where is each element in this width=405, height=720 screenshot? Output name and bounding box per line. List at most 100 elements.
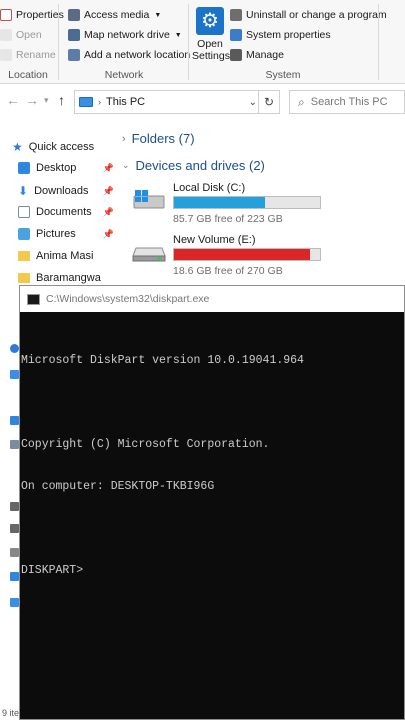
folder-icon [18,251,30,261]
add-network-location-button[interactable]: Add a network location [68,49,190,61]
sidebar-item-pictures[interactable]: Pictures 📌 [18,228,114,240]
documents-icon [18,206,30,218]
media-icon [68,9,80,21]
console-app-icon [27,293,40,305]
sidebar-item-desktop[interactable]: Desktop 📌 [18,162,114,174]
folder-icon [18,273,30,283]
open-settings-button[interactable]: ⚙ Open Settings [192,7,230,62]
ribbon-divider [58,4,59,80]
sidebar-item-anima-masi[interactable]: Anima Masi [18,250,114,262]
drive-free-space: 18.6 GB free of 270 GB [173,265,283,277]
search-placeholder: Search This PC [310,96,388,108]
drive-free-space: 85.7 GB free of 223 GB [173,213,283,225]
network-group-label: Network [104,69,144,81]
refresh-icon[interactable]: ↻ [258,90,280,114]
access-media-button[interactable]: Access media ▼ [68,9,161,21]
uninstall-program-button[interactable]: Uninstall or change a program [230,9,387,21]
pin-icon[interactable]: 📌 [103,163,114,174]
location-group-label: Location [8,69,48,81]
chevron-down-icon: ⌄ [122,160,130,170]
windows-drive-icon [133,190,165,209]
drive-name: Local Disk (C:) [173,182,246,194]
chevron-right-icon: › [122,132,126,145]
download-arrow-icon: ⬇ [18,184,29,198]
desktop-icon [18,162,30,174]
this-pc-icon [79,97,93,107]
rename-button[interactable]: Rename [0,49,56,61]
system-group-label: System [265,69,301,81]
pictures-icon [18,228,30,240]
breadcrumb-chevron-icon[interactable]: › [98,97,101,107]
chevron-down-icon: ▼ [154,11,162,19]
network-nav-icon[interactable] [10,598,19,607]
drive-usage-bar [173,196,321,209]
status-item-count: 9 ite [2,708,20,718]
star-icon: ★ [12,140,23,154]
drive-nav-icon[interactable] [10,524,19,533]
properties-button[interactable]: Properties [0,9,64,21]
console-line: ​ [21,396,404,410]
address-dropdown-chevron-icon[interactable]: ⌄ [249,97,257,108]
drive-name: New Volume (E:) [173,234,256,246]
this-pc-nav-icon[interactable] [10,370,19,379]
sidebar-item-documents[interactable]: Documents 📌 [18,206,114,218]
drive-nav-icon[interactable] [10,548,19,557]
folders-section-header[interactable]: › Folders (7) [122,131,195,146]
back-arrow-icon[interactable]: ← [6,92,20,108]
network-drive-icon [68,29,80,41]
system-properties-icon [230,29,242,41]
console-output[interactable]: Microsoft DiskPart version 10.0.19041.96… [20,312,404,606]
documents-nav-icon[interactable] [10,440,19,449]
network-location-icon [68,49,80,61]
desktop-nav-icon[interactable] [10,416,19,425]
drive-usage-fill [174,197,265,208]
console-line: On computer: DESKTOP-TKBI96G [21,480,215,493]
console-line: Microsoft DiskPart version 10.0.19041.96… [21,354,304,367]
system-group: ⚙ Open Settings Uninstall or change a pr… [190,0,387,84]
breadcrumb-this-pc[interactable]: This PC [106,96,145,108]
drive-tile[interactable]: New Volume (E:) 18.6 GB free of 270 GB [132,234,332,278]
console-title: C:\Windows\system32\diskpart.exe [46,293,210,305]
manage-button[interactable]: Manage [230,49,284,61]
devices-section-header[interactable]: ⌄ Devices and drives (2) [122,158,265,173]
properties-icon [0,9,12,21]
drive-nav-icon[interactable] [10,502,19,511]
search-icon: ⌕ [298,94,305,109]
console-prompt: DISKPART> [21,564,84,577]
pin-icon[interactable]: 📌 [103,207,114,218]
open-icon [0,29,12,41]
onedrive-icon[interactable] [10,344,19,353]
open-button[interactable]: Open [0,29,42,41]
pin-icon[interactable]: 📌 [103,229,114,240]
chevron-down-icon: ▼ [174,31,182,39]
settings-gear-icon: ⚙ [196,7,224,35]
manage-icon [230,49,242,61]
ribbon-divider [378,4,379,80]
drive-tile[interactable]: Local Disk (C:) 85.7 GB free of 223 GB [132,182,332,226]
system-properties-button[interactable]: System properties [230,29,331,41]
up-arrow-icon[interactable]: ↑ [58,92,65,108]
console-line: Copyright (C) Microsoft Corporation. [21,438,270,451]
map-network-drive-button[interactable]: Map network drive ▼ [68,29,182,41]
sidebar-item-downloads[interactable]: ⬇ Downloads 📌 [18,184,114,198]
diskpart-console-window[interactable]: C:\Windows\system32\diskpart.exe Microso… [19,285,405,720]
console-title-bar[interactable]: C:\Windows\system32\diskpart.exe [20,286,404,312]
search-box[interactable]: ⌕ Search This PC [289,90,405,114]
drive-usage-bar [173,248,321,261]
drive-usage-fill [174,249,310,260]
console-line: ​ [21,522,404,536]
location-group: Properties Open Rename Location [0,0,64,84]
pin-icon[interactable]: 📌 [103,186,114,197]
address-bar[interactable]: › This PC ⌄ ↻ [74,90,280,114]
network-group: Access media ▼ Map network drive ▼ Add a n… [62,0,190,84]
sidebar-item-quick-access[interactable]: ★ Quick access [12,140,116,154]
pictures-nav-icon[interactable] [10,572,19,581]
recent-chevron-down-icon[interactable]: ▾ [44,95,49,106]
rename-icon [0,49,12,61]
sidebar-item-baramangwa[interactable]: Baramangwa [18,272,114,284]
address-toolbar: ← → ▾ ↑ › This PC ⌄ ↻ ⌕ Search This PC [0,84,405,120]
ribbon-divider [188,4,189,80]
ribbon: Properties Open Rename Location Access m… [0,0,405,84]
hard-drive-icon [132,247,166,262]
forward-arrow-icon[interactable]: → [25,92,39,108]
